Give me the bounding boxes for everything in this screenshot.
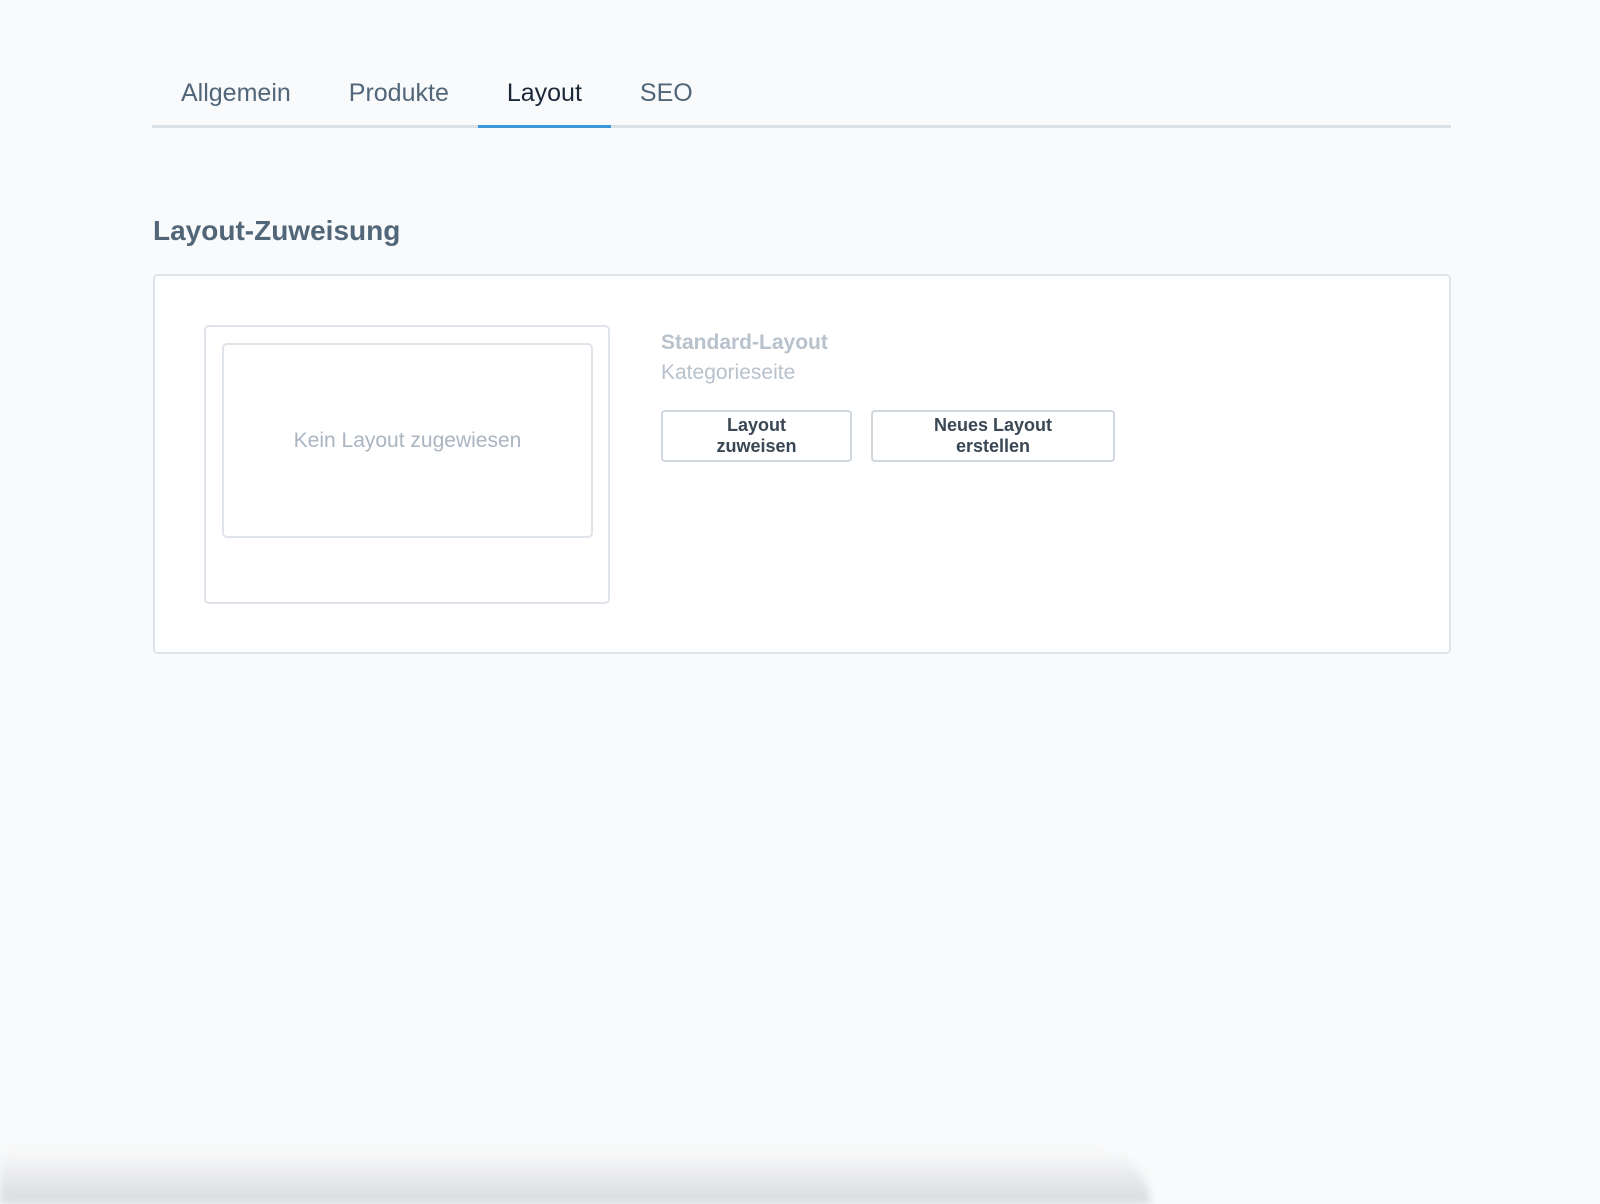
create-layout-button[interactable]: Neues Layout erstellen — [871, 410, 1115, 462]
layout-preview: Kein Layout zugewiesen — [204, 325, 610, 604]
layout-info: Standard-Layout Kategorieseite — [661, 328, 828, 388]
layout-preview-placeholder: Kein Layout zugewiesen — [222, 343, 593, 538]
page: Allgemein Produkte Layout SEO Layout-Zuw… — [0, 0, 1600, 1204]
tab-label: SEO — [639, 79, 693, 107]
preview-placeholder-text: Kein Layout zugewiesen — [293, 428, 522, 452]
tab-allgemein[interactable]: Allgemein — [152, 62, 320, 128]
tab-label: Layout — [506, 79, 582, 107]
tab-layout[interactable]: Layout — [477, 62, 611, 128]
tab-label: Produkte — [348, 79, 449, 107]
section-title: Layout-Zuweisung — [153, 215, 401, 246]
layout-actions: Layout zuweisen Neues Layout erstellen — [661, 410, 1115, 462]
layout-name: Standard-Layout — [661, 331, 828, 354]
layout-type: Kategorieseite — [661, 361, 796, 384]
tab-bar: Allgemein Produkte Layout SEO — [152, 62, 1451, 128]
tab-produkte[interactable]: Produkte — [320, 62, 478, 128]
bottom-shadow — [0, 1150, 1150, 1204]
tab-label: Allgemein — [181, 79, 291, 107]
assign-layout-button[interactable]: Layout zuweisen — [661, 410, 852, 462]
tab-seo[interactable]: SEO — [611, 62, 722, 128]
layout-assignment-card: Kein Layout zugewiesen Standard-Layout K… — [153, 274, 1451, 654]
